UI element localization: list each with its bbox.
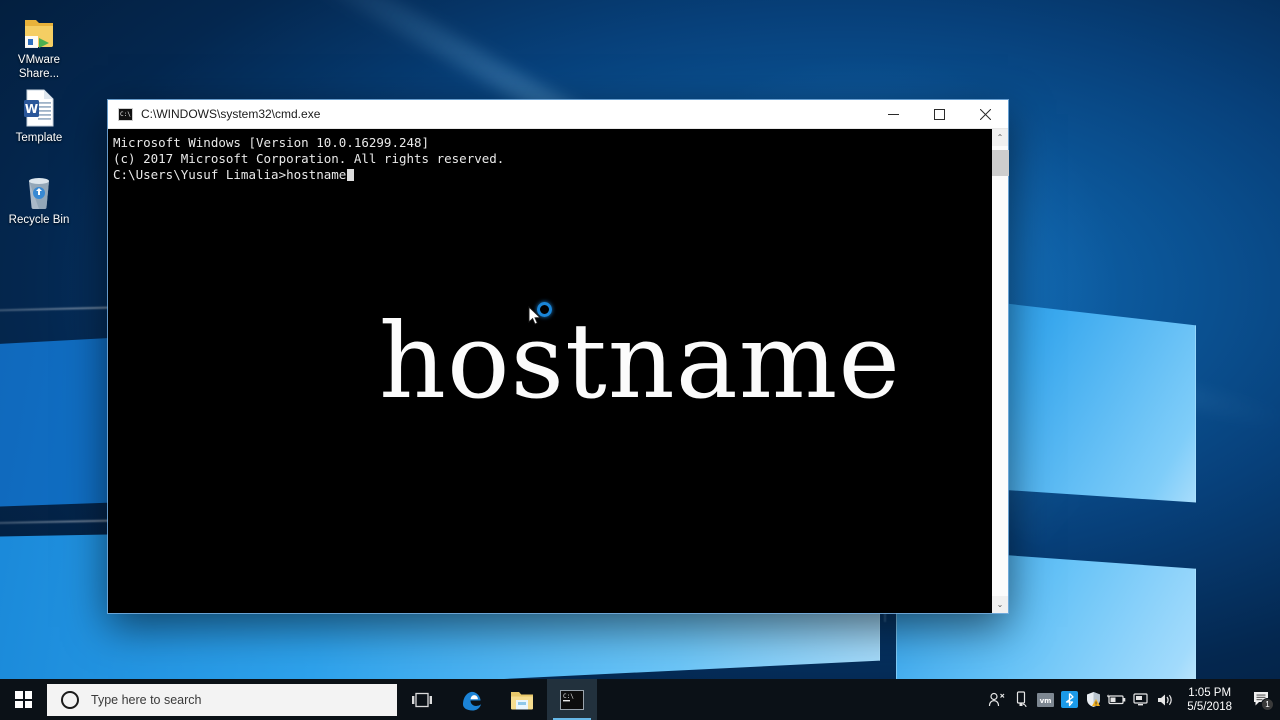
console-prompt-line: C:\Users\Yusuf Limalia>hostname — [110, 167, 991, 183]
tray-network-icon[interactable] — [1129, 679, 1153, 720]
close-button[interactable] — [962, 100, 1008, 129]
task-view-button[interactable] — [397, 679, 447, 720]
folder-shortcut-icon — [0, 4, 78, 50]
tray-defender-icon[interactable] — [1081, 679, 1105, 720]
scroll-up-button[interactable]: ⌃ — [992, 129, 1008, 146]
clock-date: 5/5/2018 — [1187, 700, 1232, 714]
taskbar-cmd[interactable]: C:\ — [547, 679, 597, 720]
close-icon — [980, 109, 991, 120]
search-placeholder: Type here to search — [91, 693, 201, 707]
cmd-window[interactable]: C:\WINDOWS\system32\cmd.exe Microsoft Wi… — [108, 100, 1008, 613]
console-caret — [347, 169, 354, 181]
task-view-icon — [411, 692, 433, 708]
tray-vmware-icon[interactable]: vm — [1033, 679, 1057, 720]
console-scrollbar[interactable]: ⌃ ⌄ — [991, 129, 1008, 613]
maximize-button[interactable] — [916, 100, 962, 129]
word-document-icon: W — [0, 82, 78, 128]
system-tray[interactable]: vm 1:05 PM 5/5/2018 1 — [985, 679, 1280, 720]
tray-volume-icon[interactable] — [1153, 679, 1177, 720]
cmd-icon: C:\ — [560, 690, 584, 710]
file-explorer-icon — [509, 689, 535, 711]
svg-text:vm: vm — [1039, 697, 1051, 705]
window-title: C:\WINDOWS\system32\cmd.exe — [141, 107, 870, 121]
windows-logo-icon — [15, 691, 32, 708]
taskbar[interactable]: Type here to search C:\ — [0, 679, 1280, 720]
desktop-icon-label: Template — [0, 132, 78, 146]
minimize-icon — [888, 109, 899, 120]
scrollbar-thumb[interactable] — [992, 150, 1009, 176]
taskbar-edge[interactable] — [447, 679, 497, 720]
cmd-icon — [118, 108, 133, 121]
svg-text:C:\: C:\ — [563, 693, 574, 700]
svg-text:W: W — [25, 102, 38, 116]
edge-icon — [459, 687, 485, 713]
tray-people-icon[interactable] — [985, 679, 1009, 720]
taskbar-file-explorer[interactable] — [497, 679, 547, 720]
desktop-icon-label: Recycle Bin — [0, 214, 78, 228]
busy-ring — [537, 302, 552, 317]
notification-center-button[interactable]: 1 — [1244, 679, 1280, 720]
taskbar-clock[interactable]: 1:05 PM 5/5/2018 — [1177, 686, 1244, 714]
desktop-icon-label: VMware Share... — [0, 54, 78, 81]
console-line: (c) 2017 Microsoft Corporation. All righ… — [110, 151, 991, 167]
notification-badge: 1 — [1261, 698, 1274, 711]
clock-time: 1:05 PM — [1187, 686, 1232, 700]
window-titlebar[interactable]: C:\WINDOWS\system32\cmd.exe — [108, 100, 1008, 129]
scroll-down-button[interactable]: ⌄ — [992, 596, 1008, 613]
start-button[interactable] — [0, 679, 47, 720]
tray-bluetooth-icon[interactable] — [1057, 679, 1081, 720]
tray-usb-eject-icon[interactable] — [1009, 679, 1033, 720]
tray-battery-icon[interactable] — [1105, 679, 1129, 720]
minimize-button[interactable] — [870, 100, 916, 129]
desktop[interactable]: VMware Share... W Template — [0, 0, 1280, 720]
search-input[interactable]: Type here to search — [47, 684, 397, 716]
desktop-icon-recycle-bin[interactable]: Recycle Bin — [0, 164, 78, 228]
scrollbar-track[interactable] — [992, 146, 1008, 596]
desktop-icon-vmware-share[interactable]: VMware Share... — [0, 4, 78, 81]
console-output[interactable]: Microsoft Windows [Version 10.0.16299.24… — [108, 129, 991, 613]
console-line: Microsoft Windows [Version 10.0.16299.24… — [110, 135, 991, 151]
console-prompt-text: C:\Users\Yusuf Limalia>hostname — [113, 167, 346, 182]
console-area[interactable]: Microsoft Windows [Version 10.0.16299.24… — [108, 129, 1008, 613]
maximize-icon — [934, 109, 945, 120]
desktop-icon-template[interactable]: W Template — [0, 82, 78, 146]
recycle-bin-icon — [0, 164, 78, 210]
cortana-circle-icon[interactable] — [61, 691, 79, 709]
